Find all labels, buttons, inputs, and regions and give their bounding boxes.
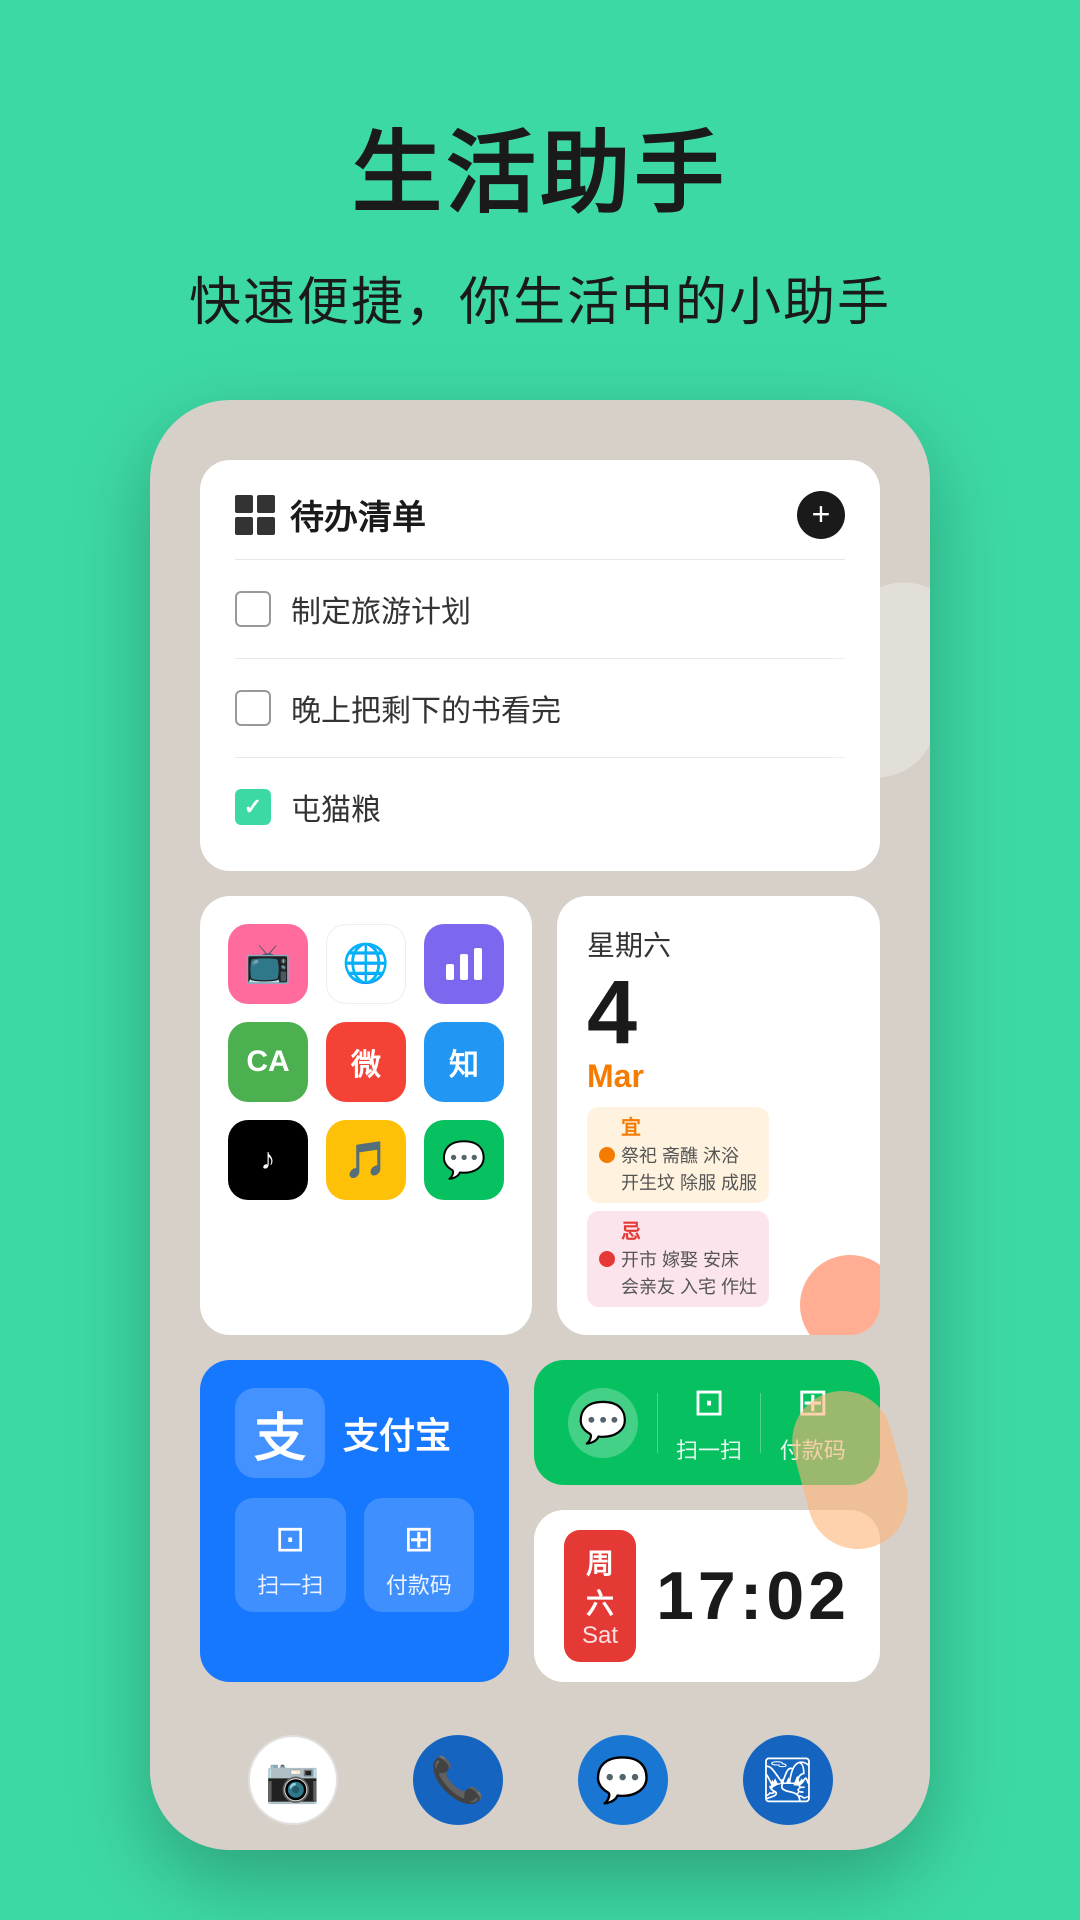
todo-widget: 待办清单 + 制定旅游计划 晚上把剩下的书看完 ✓ 屯猫粮 <box>200 460 880 871</box>
cal-auspicious-text: 宜 祭祀 斋醮 沐浴开生坟 除服 成服 <box>621 1113 757 1197</box>
wechat-divider-1 <box>657 1393 658 1453</box>
app-music[interactable]: 🎵 <box>326 1120 406 1200</box>
wechat-divider-2 <box>760 1393 761 1453</box>
app-chrome[interactable]: 🌐 <box>326 924 406 1004</box>
clock-weekday: 周六 <box>582 1542 618 1622</box>
app-tiktok[interactable]: ♪ <box>228 1120 308 1200</box>
calendar-widget: 星期六 4 Mar 宜 祭祀 斋醮 沐浴开生坟 除服 成服 忌 开市 嫁娶 安床… <box>557 896 880 1335</box>
alipay-logo: 支 <box>235 1388 325 1478</box>
app-wechat[interactable]: 💬 <box>424 1120 504 1200</box>
alipay-name: 支付宝 <box>343 1407 451 1459</box>
todo-header-left: 待办清单 <box>235 490 426 539</box>
alipay-scan-button[interactable]: ⊡ 扫一扫 <box>235 1498 346 1612</box>
todo-item-3[interactable]: ✓ 屯猫粮 <box>235 773 845 841</box>
cal-month: Mar <box>587 1058 850 1095</box>
app-grid: 📺 🌐 CA 微 知 ♪ 🎵 💬 <box>228 924 504 1200</box>
cal-inauspicious-text: 忌 开市 嫁娶 安床会亲友 入宅 作灶 <box>621 1217 757 1301</box>
wechat-scan-label: 扫一扫 <box>676 1433 742 1465</box>
alipay-scan-label: 扫一扫 <box>257 1568 323 1600</box>
cal-auspicious: 宜 祭祀 斋醮 沐浴开生坟 除服 成服 <box>587 1107 769 1203</box>
cal-decoration <box>800 1255 880 1335</box>
wechat-logo-icon: 💬 <box>568 1388 638 1458</box>
bottom-section: 支 支付宝 ⊡ 扫一扫 ⊞ 付款码 💬 <box>200 1360 880 1682</box>
alipay-pay-label: 付款码 <box>386 1568 452 1600</box>
page-subtitle: 快速便捷，你生活中的小助手 <box>0 260 1080 335</box>
clock-day-en: Sat <box>582 1622 618 1650</box>
wechat-logo: 💬 <box>568 1388 638 1458</box>
app-zhihu[interactable]: 知 <box>424 1022 504 1102</box>
clock-time: 17:02 <box>656 1557 850 1635</box>
todo-checkbox-1[interactable] <box>235 591 271 627</box>
dock-camera-icon[interactable]: 📷 <box>248 1735 338 1825</box>
todo-divider-2 <box>235 658 845 659</box>
app-grid-widget: 📺 🌐 CA 微 知 ♪ 🎵 💬 <box>200 896 532 1335</box>
app-bar-chart[interactable] <box>424 924 504 1004</box>
dock-gallery-icon[interactable]: 🏞 <box>743 1735 833 1825</box>
alipay-header: 支 支付宝 <box>235 1388 474 1478</box>
dock-message-icon[interactable]: 💬 <box>578 1735 668 1825</box>
middle-section: 📺 🌐 CA 微 知 ♪ 🎵 💬 星期六 4 <box>200 896 880 1335</box>
todo-item-1[interactable]: 制定旅游计划 <box>235 575 845 643</box>
auspicious-dot <box>599 1147 615 1163</box>
todo-list-icon <box>235 495 275 535</box>
alipay-pay-button[interactable]: ⊞ 付款码 <box>364 1498 475 1612</box>
alipay-pay-icon: ⊞ <box>404 1518 434 1560</box>
phone-mockup: 待办清单 + 制定旅游计划 晚上把剩下的书看完 ✓ 屯猫粮 📺 🌐 <box>150 400 930 1850</box>
todo-divider-1 <box>235 559 845 560</box>
alipay-scan-icon: ⊡ <box>275 1518 305 1560</box>
wechat-scan-icon: ⊡ <box>693 1380 725 1425</box>
todo-text-3: 屯猫粮 <box>291 785 381 829</box>
todo-text-1: 制定旅游计划 <box>291 587 471 631</box>
cal-weekday: 星期六 <box>587 924 850 964</box>
todo-title: 待办清单 <box>290 490 426 539</box>
todo-checkbox-3[interactable]: ✓ <box>235 789 271 825</box>
app-bilibili[interactable]: 📺 <box>228 924 308 1004</box>
alipay-actions: ⊡ 扫一扫 ⊞ 付款码 <box>235 1498 474 1612</box>
todo-divider-3 <box>235 757 845 758</box>
dock-phone-icon[interactable]: 📞 <box>413 1735 503 1825</box>
app-ca[interactable]: CA <box>228 1022 308 1102</box>
wechat-scan-button[interactable]: ⊡ 扫一扫 <box>676 1380 742 1465</box>
cal-date: 4 <box>587 968 850 1058</box>
page-title: 生活助手 <box>0 100 1080 230</box>
dock: 📷 📞 💬 🏞 <box>150 1710 930 1850</box>
cal-inauspicious: 忌 开市 嫁娶 安床会亲友 入宅 作灶 <box>587 1211 769 1307</box>
todo-text-2: 晚上把剩下的书看完 <box>291 686 561 730</box>
alipay-widget: 支 支付宝 ⊡ 扫一扫 ⊞ 付款码 <box>200 1360 509 1682</box>
clock-day-tag: 周六 Sat <box>564 1530 636 1662</box>
todo-add-button[interactable]: + <box>797 491 845 539</box>
todo-header: 待办清单 + <box>235 490 845 539</box>
checkmark-icon: ✓ <box>244 794 262 820</box>
app-weibo[interactable]: 微 <box>326 1022 406 1102</box>
todo-checkbox-2[interactable] <box>235 690 271 726</box>
inauspicious-dot <box>599 1251 615 1267</box>
todo-item-2[interactable]: 晚上把剩下的书看完 <box>235 674 845 742</box>
